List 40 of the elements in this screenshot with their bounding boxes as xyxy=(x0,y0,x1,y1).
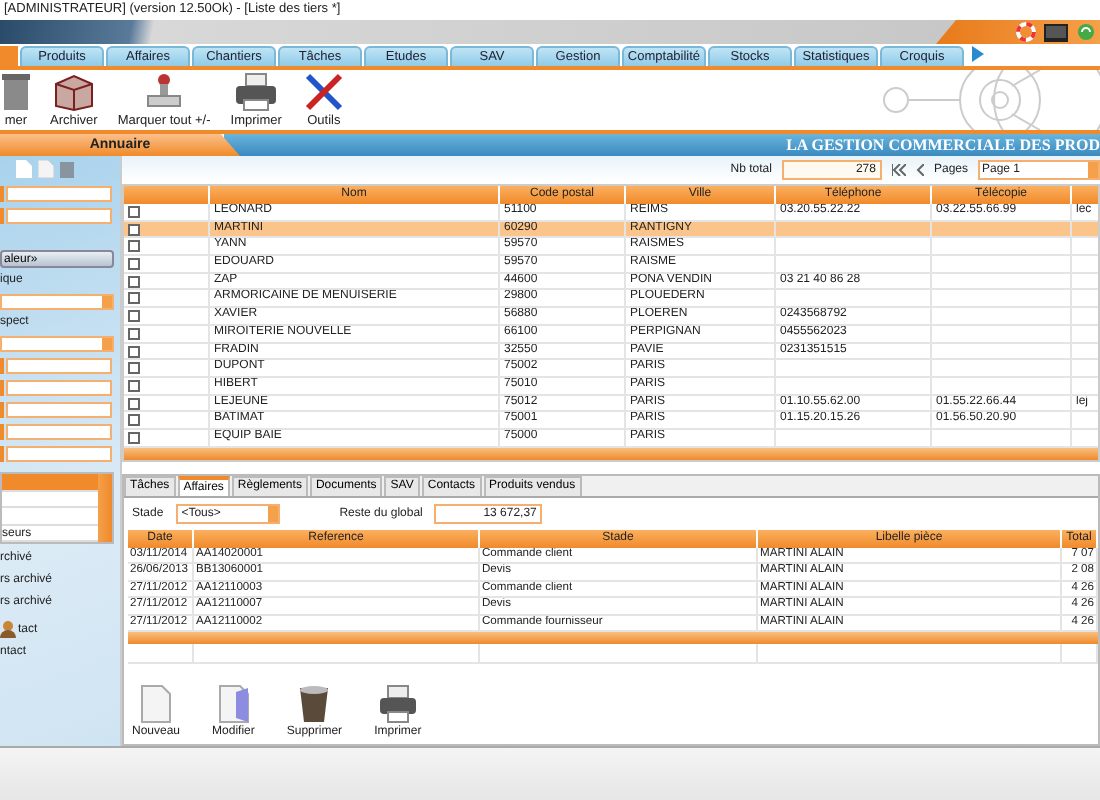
lifebuoy-icon[interactable] xyxy=(1016,22,1036,42)
input-field[interactable] xyxy=(6,424,112,440)
scroll-right-icon[interactable] xyxy=(972,46,984,62)
list-item[interactable] xyxy=(2,474,98,491)
row-checkbox[interactable] xyxy=(128,431,140,444)
input-field[interactable] xyxy=(6,402,112,418)
row-checkbox[interactable] xyxy=(128,240,140,253)
box-icon xyxy=(51,72,96,112)
person-icon xyxy=(0,620,16,638)
row-checkbox[interactable] xyxy=(128,292,140,305)
slogan-text: LA GESTION COMMERCIALE DES PROD xyxy=(786,136,1100,154)
input-field[interactable] xyxy=(6,446,112,462)
refresh-icon[interactable] xyxy=(1076,22,1096,42)
document-icon xyxy=(140,684,173,725)
printer-icon xyxy=(379,684,416,725)
input-field[interactable] xyxy=(6,186,112,202)
stamp-icon xyxy=(142,72,187,112)
row-checkbox[interactable] xyxy=(128,362,140,375)
input-field[interactable] xyxy=(6,358,112,374)
previous-page-icon[interactable] xyxy=(915,163,924,175)
scrollbar[interactable] xyxy=(98,474,112,542)
row-checkbox[interactable] xyxy=(128,275,140,288)
folder-icon xyxy=(217,684,250,725)
first-page-icon[interactable] xyxy=(891,163,906,175)
tools-icon xyxy=(301,72,346,112)
row-checkbox[interactable] xyxy=(128,327,140,340)
row-checkbox[interactable] xyxy=(128,345,140,357)
row-checkbox[interactable] xyxy=(128,258,140,271)
monitor-icon[interactable] xyxy=(1044,23,1068,41)
scrollbar[interactable] xyxy=(128,632,1098,645)
row-checkbox[interactable] xyxy=(128,310,140,323)
input-field[interactable] xyxy=(6,208,112,224)
row-checkbox[interactable] xyxy=(128,379,140,392)
row-checkbox[interactable] xyxy=(128,223,140,236)
input-field[interactable] xyxy=(6,380,112,396)
dropdown-field[interactable] xyxy=(0,294,114,310)
row-checkbox[interactable] xyxy=(128,414,140,427)
dropdown-field[interactable] xyxy=(0,336,114,352)
row-checkbox[interactable] xyxy=(128,397,140,410)
row-checkbox[interactable] xyxy=(128,206,140,218)
